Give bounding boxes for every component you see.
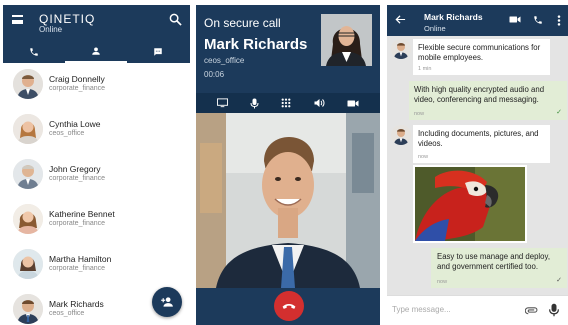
menu-icon[interactable]: [12, 15, 23, 24]
contact-item[interactable]: Cynthia Lowe ceos_office: [3, 108, 190, 153]
add-contact-button[interactable]: [152, 287, 182, 317]
end-call-button[interactable]: [274, 291, 304, 321]
message-composer: Type message...: [387, 295, 568, 325]
add-person-icon: [161, 297, 173, 307]
avatar: [391, 39, 411, 59]
message-text: Including documents, pictures, and video…: [418, 129, 539, 148]
contact-role: ceos_office: [49, 310, 85, 317]
call-timer: 00:06: [204, 70, 225, 79]
contact-role: corporate_finance: [49, 265, 106, 272]
message-text: Easy to use manage and deploy, and gover…: [437, 252, 550, 271]
call-footer: [196, 288, 380, 325]
chat-header: Mark Richards Online: [387, 5, 568, 36]
contact-role: ceos_office: [49, 130, 85, 137]
contact-name: Katherine Bennet: [49, 209, 115, 219]
caller-name: Mark Richards: [204, 36, 308, 53]
chat-screen: Mark Richards Online Flexible secure com…: [387, 5, 568, 325]
hang-up-icon: [282, 303, 296, 309]
tab-bar: [3, 41, 190, 63]
parrot-image: [415, 167, 525, 241]
contact-item[interactable]: Katherine Bennet corporate_finance: [3, 198, 190, 243]
more-options-icon[interactable]: [557, 15, 561, 26]
back-arrow-icon[interactable]: [395, 14, 406, 25]
sent-check-icon: ✓: [556, 277, 562, 285]
avatar: [13, 114, 43, 144]
avatar: [13, 204, 43, 234]
remote-video: [196, 113, 380, 288]
message-outgoing[interactable]: With high quality encrypted audio and vi…: [409, 81, 567, 120]
screen-share-icon[interactable]: [217, 98, 229, 108]
contact-role: corporate_finance: [49, 220, 106, 227]
avatar: [13, 249, 43, 279]
video-call-icon[interactable]: [509, 15, 521, 24]
contact-role: corporate_finance: [49, 85, 106, 92]
message-time: 1 min: [418, 65, 432, 72]
message-incoming[interactable]: Including documents, pictures, and video…: [413, 125, 550, 163]
attachment-icon[interactable]: [525, 306, 538, 315]
contact-item[interactable]: Martha Hamilton corporate_finance: [3, 243, 190, 288]
contact-item[interactable]: Craig Donnelly corporate_finance: [3, 63, 190, 108]
message-text: Flexible secure communications for mobil…: [418, 43, 541, 62]
message-time: now: [414, 110, 425, 117]
dialpad-icon[interactable]: [281, 98, 291, 109]
contact-item[interactable]: John Gregory corporate_finance: [3, 153, 190, 198]
message-time: now: [437, 278, 448, 285]
message-input[interactable]: Type message...: [392, 305, 451, 314]
message-text: With high quality encrypted audio and vi…: [414, 85, 545, 104]
phone-icon: [30, 48, 38, 56]
avatar: [391, 125, 411, 145]
contact-name: Martha Hamilton: [49, 254, 112, 264]
delivered-check-icon: ✓: [556, 109, 562, 117]
contact-name: John Gregory: [49, 164, 101, 174]
contacts-header: QINETIQ Online: [3, 5, 190, 63]
avatar: [13, 294, 43, 324]
tab-contacts[interactable]: [65, 41, 127, 63]
microphone-icon[interactable]: [250, 98, 259, 109]
contact-role: corporate_finance: [49, 175, 106, 182]
person-icon: [92, 47, 100, 55]
user-status: Online: [39, 25, 63, 34]
image-message[interactable]: [413, 165, 527, 243]
contact-name: Mark Richards: [49, 299, 104, 309]
tab-calls[interactable]: [3, 41, 65, 63]
call-screen: On secure call Mark Richards ceos_office…: [196, 5, 380, 325]
self-view-thumbnail[interactable]: [321, 14, 372, 66]
tab-messages[interactable]: [127, 41, 189, 63]
contact-name: Craig Donnelly: [49, 74, 105, 84]
chat-icon: [154, 48, 162, 56]
video-camera-icon[interactable]: [347, 99, 359, 108]
brand-logo: QINETIQ: [39, 12, 96, 26]
microphone-icon[interactable]: [549, 303, 559, 317]
avatar: [13, 159, 43, 189]
avatar: [13, 69, 43, 99]
chat-contact-status: Online: [424, 24, 446, 33]
call-title: On secure call: [204, 16, 281, 30]
speaker-icon[interactable]: [314, 98, 325, 108]
chat-contact-name: Mark Richards: [424, 12, 483, 22]
message-outgoing[interactable]: Easy to use manage and deploy, and gover…: [431, 248, 567, 288]
contacts-screen: QINETIQ Online Craig Donnelly corporate_…: [3, 5, 190, 325]
message-time: now: [418, 153, 429, 160]
contact-name: Cynthia Lowe: [49, 119, 101, 129]
call-controls: [196, 93, 380, 113]
search-icon[interactable]: [169, 13, 182, 26]
caller-org: ceos_office: [204, 56, 245, 65]
message-incoming[interactable]: Flexible secure communications for mobil…: [413, 39, 550, 75]
phone-icon[interactable]: [533, 15, 543, 25]
